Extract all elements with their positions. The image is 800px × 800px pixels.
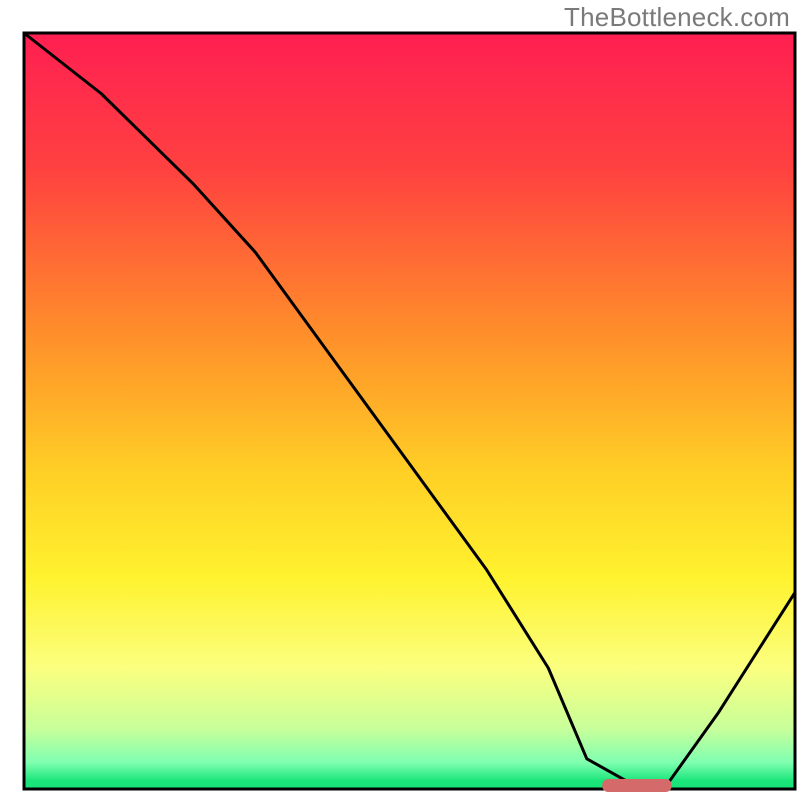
chart-frame: TheBottleneck.com — [0, 0, 800, 800]
optimal-range-marker — [602, 779, 671, 792]
watermark-text: TheBottleneck.com — [564, 2, 790, 33]
plot-background — [24, 33, 795, 789]
bottleneck-plot — [0, 0, 800, 800]
